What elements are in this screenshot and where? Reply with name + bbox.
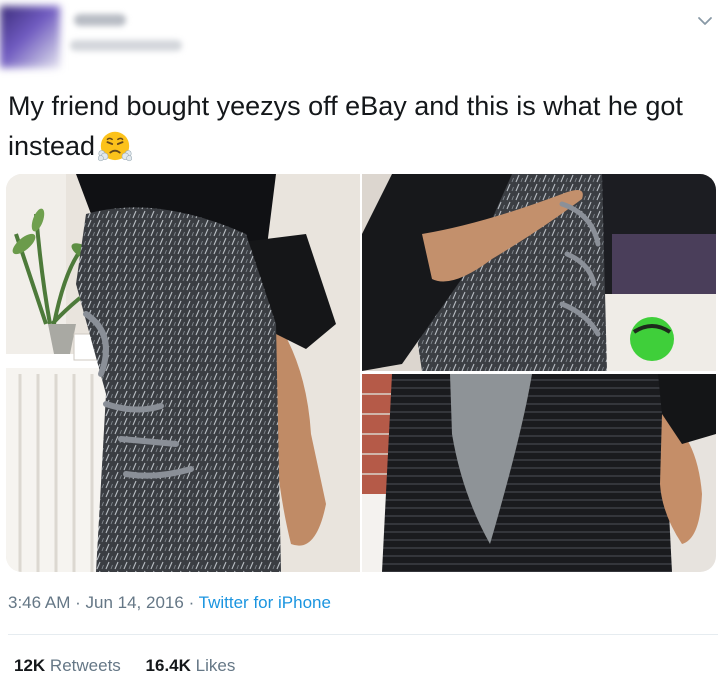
tweet-media-grid[interactable]: [6, 174, 716, 572]
retweets-count: 12K: [14, 656, 46, 675]
author-name-blurred[interactable]: [74, 14, 126, 26]
tweet-meta: 3:46 AM · Jun 14, 2016 · Twitter for iPh…: [8, 593, 331, 613]
meta-separator: ·: [75, 593, 81, 612]
vest-back-photo[interactable]: [362, 374, 716, 572]
vest-front-photo[interactable]: [6, 174, 360, 572]
face-with-steam-from-nose-icon: [98, 131, 133, 162]
retweets-stat[interactable]: 12K Retweets: [14, 656, 121, 675]
tweet-time[interactable]: 3:46 AM: [8, 593, 70, 612]
meta-separator: ·: [188, 593, 195, 612]
tweet-stats: 12K Retweets 16.4K Likes: [14, 656, 255, 676]
likes-stat[interactable]: 16.4K Likes: [146, 656, 236, 675]
author-avatar[interactable]: [0, 6, 60, 68]
tweet-text: My friend bought yeezys off eBay and thi…: [8, 86, 698, 166]
retweets-label: Retweets: [49, 656, 121, 675]
vest-side-photo[interactable]: [362, 174, 716, 371]
tweet-date[interactable]: Jun 14, 2016: [86, 593, 184, 612]
likes-count: 16.4K: [145, 656, 191, 675]
likes-label: Likes: [195, 656, 236, 675]
stats-divider: [8, 634, 718, 635]
chevron-down-icon[interactable]: [694, 10, 716, 32]
tweet-source-link[interactable]: Twitter for iPhone: [199, 593, 331, 612]
author-handle-blurred[interactable]: [70, 40, 182, 51]
